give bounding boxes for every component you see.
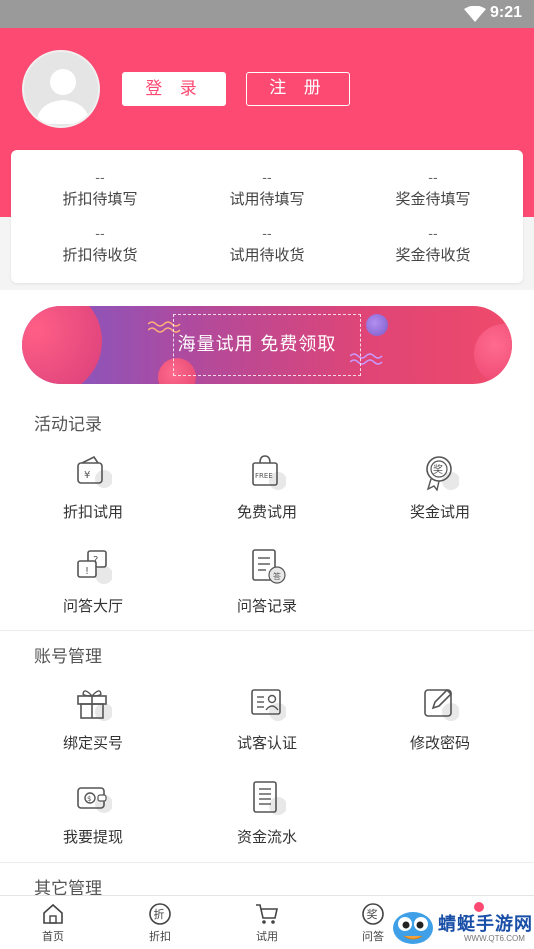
menu-item-label: 资金流水 [236, 828, 297, 846]
home-icon [43, 903, 63, 924]
discount-tab-icon: 折 [149, 903, 171, 925]
watermark: 蜻蜓手游网 WWW.QT6.COM [384, 900, 534, 949]
menu-item-label: 问答大厅 [62, 597, 123, 615]
order-stats-card: -- 折扣待填写 -- 试用待填写 -- 奖金待填写 -- 折扣待收货 -- 试… [11, 150, 523, 283]
stat-value: -- [262, 227, 272, 242]
menu-item-label: 绑定买号 [62, 734, 123, 752]
tab-label: 折扣 [149, 930, 171, 943]
main-content: 海量试用 免费领取 活动记录 ¥ 折扣试用 FREE 免费试用 奖 奖金试用 ?… [0, 290, 534, 895]
menu-item-qa-record[interactable]: 答 问答记录 [197, 547, 337, 616]
tab-label: 试用 [256, 930, 278, 943]
stat-label: 试用待收货 [229, 246, 305, 264]
cart-icon [256, 904, 278, 924]
svg-text:?: ? [93, 555, 98, 566]
avatar[interactable] [22, 50, 100, 128]
dragonfly-logo-icon [393, 912, 433, 944]
menu-item-change-password[interactable]: 修改密码 [370, 684, 510, 753]
stat-value: -- [95, 171, 105, 186]
tab-discount[interactable]: 折 折扣 [130, 902, 190, 944]
section-title-activity: 活动记录 [34, 415, 102, 435]
ledger-icon [253, 781, 286, 815]
section-title-account: 账号管理 [34, 647, 102, 667]
stat-value: -- [95, 227, 105, 242]
svg-text:$: $ [87, 795, 91, 803]
stat-discount-fill[interactable]: -- 折扣待填写 [25, 172, 175, 209]
stat-label: 奖金待填写 [395, 190, 471, 208]
menu-item-label: 问答记录 [236, 597, 297, 615]
wifi-icon [464, 6, 486, 22]
menu-item-free-trial[interactable]: FREE 免费试用 [197, 453, 337, 522]
menu-item-label: 我要提现 [62, 828, 123, 846]
menu-item-label: 修改密码 [409, 734, 470, 752]
svg-text:折: 折 [154, 907, 165, 921]
login-button[interactable]: 登 录 [122, 72, 226, 106]
stat-discount-receive[interactable]: -- 折扣待收货 [25, 228, 175, 265]
svg-text:!: ! [85, 566, 89, 577]
menu-item-withdraw[interactable]: $ 我要提现 [23, 778, 163, 847]
status-bar: 9:21 [0, 0, 534, 28]
menu-item-tester-verify[interactable]: 试客认证 [197, 684, 337, 753]
free-bag-icon: FREE [252, 455, 286, 490]
divider [0, 630, 534, 631]
stat-label: 折扣待填写 [62, 190, 138, 208]
svg-text:¥: ¥ [84, 470, 90, 481]
stat-value: -- [262, 171, 272, 186]
user-silhouette-icon [36, 69, 90, 124]
banner-text: 海量试用 免费领取 [177, 334, 337, 355]
menu-item-discount-trial[interactable]: ¥ 折扣试用 [23, 453, 163, 522]
register-button[interactable]: 注 册 [246, 72, 350, 106]
gift-icon [77, 690, 112, 721]
svg-text:答: 答 [273, 571, 281, 581]
svg-text:FREE: FREE [255, 472, 273, 480]
menu-item-label: 奖金试用 [409, 503, 470, 521]
status-time: 9:21 [489, 4, 522, 21]
prize-tab-icon: 奖 [362, 903, 384, 925]
divider [0, 862, 534, 863]
stat-trial-receive[interactable]: -- 试用待收货 [192, 228, 342, 265]
id-card-icon [251, 689, 286, 721]
svg-text:奖: 奖 [433, 463, 443, 476]
menu-item-label: 折扣试用 [62, 503, 123, 521]
stat-value: -- [428, 227, 438, 242]
tab-label: 首页 [42, 930, 64, 943]
menu-item-label: 试客认证 [236, 734, 297, 752]
promo-banner[interactable]: 海量试用 免费领取 [22, 306, 512, 384]
menu-item-fund-flow[interactable]: 资金流水 [197, 778, 337, 847]
stat-prize-fill[interactable]: -- 奖金待填写 [358, 172, 508, 209]
wallet-icon: $ [77, 787, 112, 813]
watermark-name: 蜻蜓手游网 [438, 914, 533, 935]
stat-value: -- [428, 171, 438, 186]
watermark-url: WWW.QT6.COM [464, 934, 525, 943]
prize-badge-icon: 奖 [426, 456, 459, 491]
stat-label: 试用待填写 [229, 190, 305, 208]
stat-label: 折扣待收货 [62, 246, 138, 264]
tab-trial[interactable]: 试用 [237, 902, 297, 944]
menu-item-prize-trial[interactable]: 奖 奖金试用 [370, 453, 510, 522]
menu-item-qa-hall[interactable]: ? ! 问答大厅 [23, 547, 163, 616]
section-title-other: 其它管理 [34, 879, 102, 895]
svg-text:奖: 奖 [367, 907, 378, 921]
stat-label: 奖金待收货 [395, 246, 471, 264]
edit-icon [424, 688, 459, 721]
tab-home[interactable]: 首页 [23, 902, 83, 944]
menu-item-label: 免费试用 [236, 503, 297, 521]
menu-item-bind-account[interactable]: 绑定买号 [23, 684, 163, 753]
qa-record-icon: 答 [252, 549, 286, 584]
qa-hall-icon: ? ! [77, 550, 112, 584]
stat-prize-receive[interactable]: -- 奖金待收货 [358, 228, 508, 265]
discount-wallet-icon: ¥ [77, 455, 112, 488]
stat-trial-fill[interactable]: -- 试用待填写 [192, 172, 342, 209]
